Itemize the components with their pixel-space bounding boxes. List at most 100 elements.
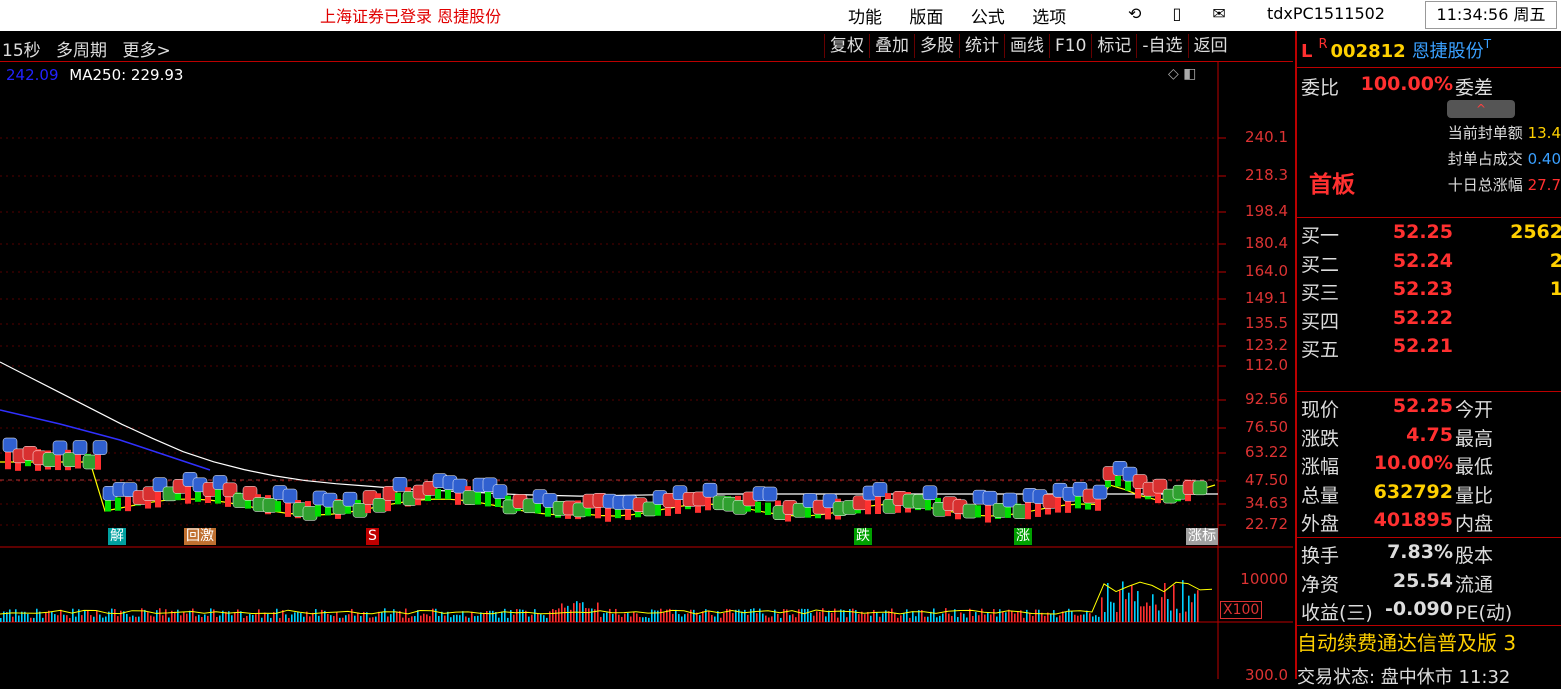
volume-bar bbox=[417, 610, 419, 622]
volume-bar bbox=[1008, 609, 1010, 622]
volume-bar bbox=[63, 614, 65, 622]
volume-bar bbox=[183, 611, 185, 622]
volume-bar bbox=[93, 616, 95, 622]
menu-item-formula[interactable]: 公式 bbox=[971, 8, 1005, 28]
volume-bar bbox=[387, 616, 389, 622]
refresh-icon[interactable]: ⟲ bbox=[1128, 4, 1141, 23]
volume-bar bbox=[507, 617, 509, 622]
volume-bar bbox=[396, 612, 398, 622]
volume-bar bbox=[438, 615, 440, 622]
menu-item-options[interactable]: 选项 bbox=[1032, 8, 1066, 28]
volume-bar bbox=[153, 616, 155, 622]
more-button[interactable]: 更多> bbox=[122, 41, 170, 61]
quote-label: 涨幅 bbox=[1301, 456, 1340, 478]
volume-bar bbox=[627, 612, 629, 622]
phone-icon[interactable]: ▯ bbox=[1173, 4, 1182, 23]
volume-bar bbox=[135, 616, 137, 622]
news-marquee[interactable]: 自动续费通达信普及版 3 bbox=[1297, 627, 1561, 657]
volume-bar bbox=[1137, 591, 1139, 622]
volume-bar bbox=[465, 616, 467, 622]
diamond-icon[interactable]: ◇ bbox=[1168, 66, 1179, 82]
volume-bar bbox=[210, 608, 212, 622]
volume-bar bbox=[129, 616, 131, 622]
volume-bar bbox=[1179, 613, 1181, 622]
volume-bar bbox=[372, 617, 374, 622]
volume-bar bbox=[408, 617, 410, 622]
volume-bar bbox=[1017, 611, 1019, 622]
volume-bar bbox=[909, 617, 911, 622]
event-marker[interactable]: 回激 bbox=[184, 528, 216, 545]
volume-bar bbox=[1050, 613, 1052, 622]
volume-bar bbox=[51, 611, 53, 622]
menu-item-layout[interactable]: 版面 bbox=[909, 8, 943, 28]
trade-tag bbox=[1092, 484, 1108, 500]
event-marker[interactable]: 涨 bbox=[1014, 528, 1032, 545]
volume-bar bbox=[1059, 615, 1061, 622]
volume-bar bbox=[951, 615, 953, 622]
event-marker[interactable]: 跌 bbox=[854, 528, 872, 545]
volume-bar bbox=[684, 614, 686, 622]
volume-bar bbox=[570, 609, 572, 622]
bid-label: 买五 bbox=[1301, 339, 1340, 361]
volume-bar bbox=[1143, 606, 1145, 622]
stock-name[interactable]: 恩捷股份 bbox=[1412, 41, 1484, 62]
volume-bar bbox=[330, 615, 332, 622]
volume-bar bbox=[816, 611, 818, 622]
volume-bar bbox=[960, 612, 962, 622]
volume-bar bbox=[528, 616, 530, 622]
multi-stock-button[interactable]: 多股 bbox=[914, 34, 959, 58]
volume-bar bbox=[645, 616, 647, 622]
period-15s[interactable]: 15秒 bbox=[2, 41, 41, 61]
volume-bar bbox=[453, 615, 455, 622]
volume-bar bbox=[252, 614, 254, 622]
menu-item-function[interactable]: 功能 bbox=[848, 8, 882, 28]
event-marker[interactable]: 涨标 bbox=[1186, 528, 1218, 545]
event-marker[interactable]: S bbox=[366, 528, 379, 545]
fuquan-button[interactable]: 复权 bbox=[824, 34, 869, 58]
volume-bar bbox=[57, 615, 59, 622]
volume-bar bbox=[990, 614, 992, 622]
stats-button[interactable]: 统计 bbox=[959, 34, 1004, 58]
kline-svg[interactable] bbox=[0, 62, 1293, 679]
panel-toggle-icon[interactable]: ◧ bbox=[1183, 66, 1196, 82]
volume-bar bbox=[357, 612, 359, 622]
volume-bar bbox=[747, 614, 749, 622]
watchlist-remove-button[interactable]: -自选 bbox=[1136, 34, 1187, 58]
volume-bar bbox=[744, 609, 746, 622]
volume-bar bbox=[858, 614, 860, 622]
r-badge: R bbox=[1318, 37, 1328, 52]
divider bbox=[1297, 537, 1561, 538]
main-menu: 功能 版面 公式 选项 bbox=[848, 3, 1088, 28]
overlay-button[interactable]: 叠加 bbox=[869, 34, 914, 58]
vol-axis-label: 10000 bbox=[1240, 570, 1288, 588]
volume-bar bbox=[3, 611, 5, 622]
volume-bar bbox=[1185, 611, 1187, 622]
volume-bar bbox=[591, 608, 593, 622]
volume-bar bbox=[33, 617, 35, 622]
volume-bar bbox=[987, 612, 989, 622]
volume-bar bbox=[750, 608, 752, 622]
candle bbox=[1055, 495, 1061, 513]
back-button[interactable]: 返回 bbox=[1187, 34, 1233, 58]
multi-period-button[interactable]: 多周期 bbox=[56, 41, 107, 61]
volume-bar bbox=[555, 610, 557, 622]
bid-price: 52.22 bbox=[1392, 306, 1453, 329]
volume-bar bbox=[1002, 611, 1004, 622]
volume-bar bbox=[537, 613, 539, 622]
volume-bar bbox=[444, 615, 446, 622]
volume-bar bbox=[1188, 595, 1190, 622]
volume-bar bbox=[759, 608, 761, 622]
collapse-handle[interactable]: ^ bbox=[1447, 100, 1515, 118]
volume-bar bbox=[678, 614, 680, 622]
bid-qty: 1 bbox=[1549, 278, 1561, 300]
draw-line-button[interactable]: 画线 bbox=[1004, 34, 1049, 58]
volume-bar bbox=[270, 617, 272, 622]
event-marker[interactable]: 解 bbox=[108, 528, 126, 545]
kline-chart[interactable] bbox=[0, 62, 1293, 679]
volume-bar bbox=[360, 615, 362, 622]
volume-bar bbox=[609, 608, 611, 622]
mark-button[interactable]: 标记 bbox=[1091, 34, 1136, 58]
f10-button[interactable]: F10 bbox=[1049, 34, 1091, 58]
mail-icon[interactable]: ✉ bbox=[1212, 4, 1225, 23]
volume-bar bbox=[972, 616, 974, 622]
